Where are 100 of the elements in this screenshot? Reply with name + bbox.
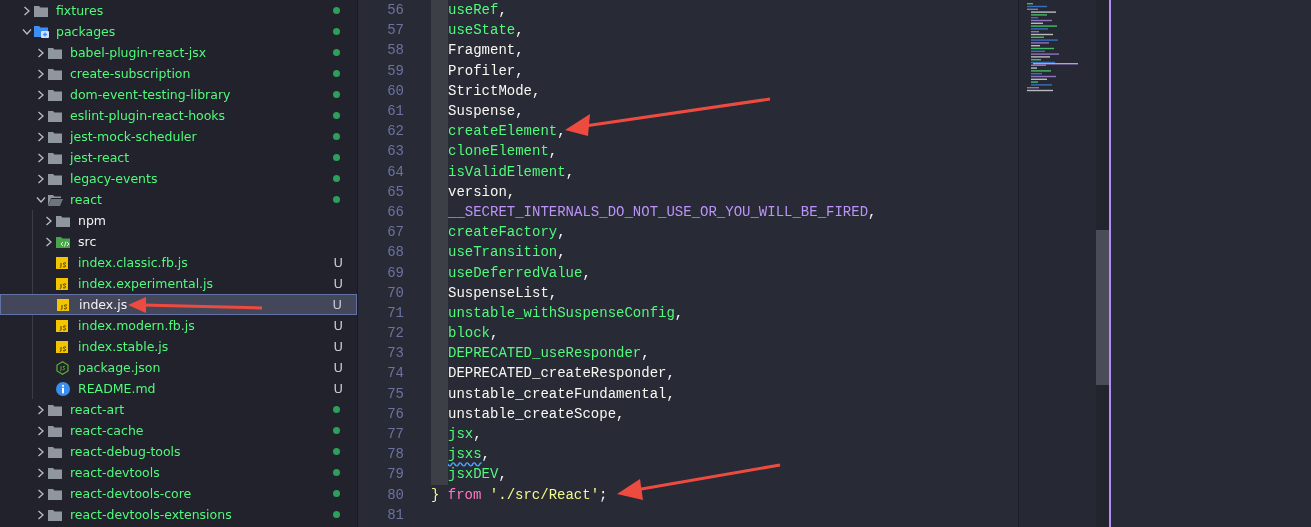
line-number: 74 (386, 365, 404, 382)
chevron-right-icon[interactable] (38, 152, 44, 163)
tree-item[interactable]: packages (56, 24, 116, 39)
folder-icon (48, 508, 62, 521)
folder-icon (48, 67, 62, 80)
tree-item[interactable]: legacy-events (70, 171, 158, 186)
hexagon-icon (56, 360, 69, 375)
code-line: unstable_withSuspenseConfig, (448, 304, 684, 321)
tree-item[interactable]: react-debug-tools (70, 444, 181, 459)
tree-item[interactable]: babel-plugin-react-jsx (70, 45, 207, 60)
tree-item[interactable]: react-devtools-extensions (70, 507, 232, 522)
code-line: useDeferredValue, (448, 264, 591, 281)
code-line: useState, (448, 22, 524, 39)
code-line: jsx, (448, 426, 482, 443)
chevron-right-icon[interactable] (38, 47, 44, 58)
line-number: 73 (386, 345, 404, 362)
folder-icon (34, 4, 48, 17)
tree-item[interactable]: index.js (79, 297, 128, 312)
scrollbar-thumb[interactable] (1096, 230, 1109, 385)
chevron-right-icon[interactable] (38, 404, 44, 415)
line-number: 65 (386, 183, 404, 200)
code-line: Suspense, (448, 103, 524, 120)
code-line: version, (448, 183, 516, 200)
chevron-down-icon[interactable] (22, 28, 32, 35)
tree-item[interactable]: index.stable.js (78, 339, 169, 354)
chevron-right-icon[interactable] (38, 488, 44, 499)
line-number: 56 (386, 2, 404, 19)
line-number: 81 (386, 506, 404, 523)
code-line: jsxDEV, (448, 466, 507, 483)
line-number: 77 (386, 426, 404, 443)
code-line: StrictMode, (448, 82, 541, 99)
folder-icon (48, 424, 62, 437)
code-line: } from './src/React'; (431, 486, 608, 503)
line-number: 79 (386, 466, 404, 483)
line-number: 78 (386, 446, 404, 463)
code-line: Profiler, (448, 62, 524, 79)
line-number: 76 (386, 405, 404, 422)
tree-item[interactable]: package.json (78, 360, 161, 375)
tree-item[interactable]: README.md (78, 381, 156, 396)
tree-item[interactable]: react (70, 192, 102, 207)
tree-item[interactable]: create-subscription (70, 66, 191, 81)
folder-icon (48, 403, 62, 416)
chevron-right-icon[interactable] (46, 236, 52, 247)
line-number: 70 (386, 284, 404, 301)
code-line: DEPRECATED_useResponder, (448, 345, 650, 362)
code-line: Fragment, (448, 42, 524, 59)
code-line: __SECRET_INTERNALS_DO_NOT_USE_OR_YOU_WILL_BE_FIRED, (448, 203, 877, 220)
chevron-right-icon[interactable] (38, 68, 44, 79)
chevron-right-icon[interactable] (38, 425, 44, 436)
line-number: 63 (386, 143, 404, 160)
chevron-right-icon[interactable] (38, 131, 44, 142)
tree-item[interactable]: src (78, 234, 97, 249)
chevron-right-icon[interactable] (46, 215, 52, 226)
code-line: unstable_createFundamental, (448, 385, 675, 402)
chevron-right-icon[interactable] (38, 89, 44, 100)
tree-item[interactable]: react-devtools (70, 465, 160, 480)
chevron-right-icon[interactable] (38, 110, 44, 121)
git-status: U (333, 339, 343, 354)
tree-item[interactable]: index.experimental.js (78, 276, 214, 291)
info-icon (56, 381, 70, 396)
git-status: U (332, 297, 342, 312)
git-status: U (333, 360, 343, 375)
tree-item[interactable]: dom-event-testing-library (70, 87, 231, 102)
tree-item[interactable]: index.classic.fb.js (78, 255, 188, 270)
js-file-icon (57, 298, 69, 311)
chevron-right-icon[interactable] (38, 467, 44, 478)
line-number: 69 (386, 264, 404, 281)
code-line: unstable_createScope, (448, 405, 625, 422)
tree-item[interactable]: jest-react (70, 150, 130, 165)
tree-item[interactable]: eslint-plugin-react-hooks (70, 108, 226, 123)
git-status: U (333, 276, 343, 291)
tree-item[interactable]: react-art (70, 402, 125, 417)
js-file-icon (56, 319, 68, 332)
line-number: 64 (386, 163, 404, 180)
chevron-right-icon[interactable] (38, 173, 44, 184)
line-number: 61 (386, 103, 404, 120)
folder-icon (48, 46, 62, 59)
code-line: DEPRECATED_createResponder, (448, 365, 675, 382)
tree-item[interactable]: jest-mock-scheduler (70, 129, 197, 144)
tree-item[interactable]: index.modern.fb.js (78, 318, 195, 333)
chevron-down-icon[interactable] (36, 196, 46, 203)
git-status: U (333, 255, 343, 270)
tree-item[interactable]: react-cache (70, 423, 144, 438)
folder-icon (48, 172, 62, 185)
code-line: useRef, (448, 2, 507, 19)
code-line: SuspenseList, (448, 284, 558, 301)
chevron-right-icon[interactable] (38, 446, 44, 457)
tree-item[interactable]: npm (78, 213, 107, 228)
folder-icon (48, 130, 62, 143)
code-line: isValidElement, (448, 163, 575, 180)
code-line: useTransition, (448, 244, 566, 261)
line-number: 75 (386, 385, 404, 402)
chevron-right-icon[interactable] (24, 5, 30, 16)
tree-item[interactable]: fixtures (56, 3, 104, 18)
code-folder-icon (56, 235, 71, 248)
folder-icon (48, 151, 62, 164)
tree-item[interactable]: react-devtools-core (70, 486, 192, 501)
line-number: 59 (386, 62, 404, 79)
git-status: U (333, 318, 343, 333)
chevron-right-icon[interactable] (38, 509, 44, 520)
